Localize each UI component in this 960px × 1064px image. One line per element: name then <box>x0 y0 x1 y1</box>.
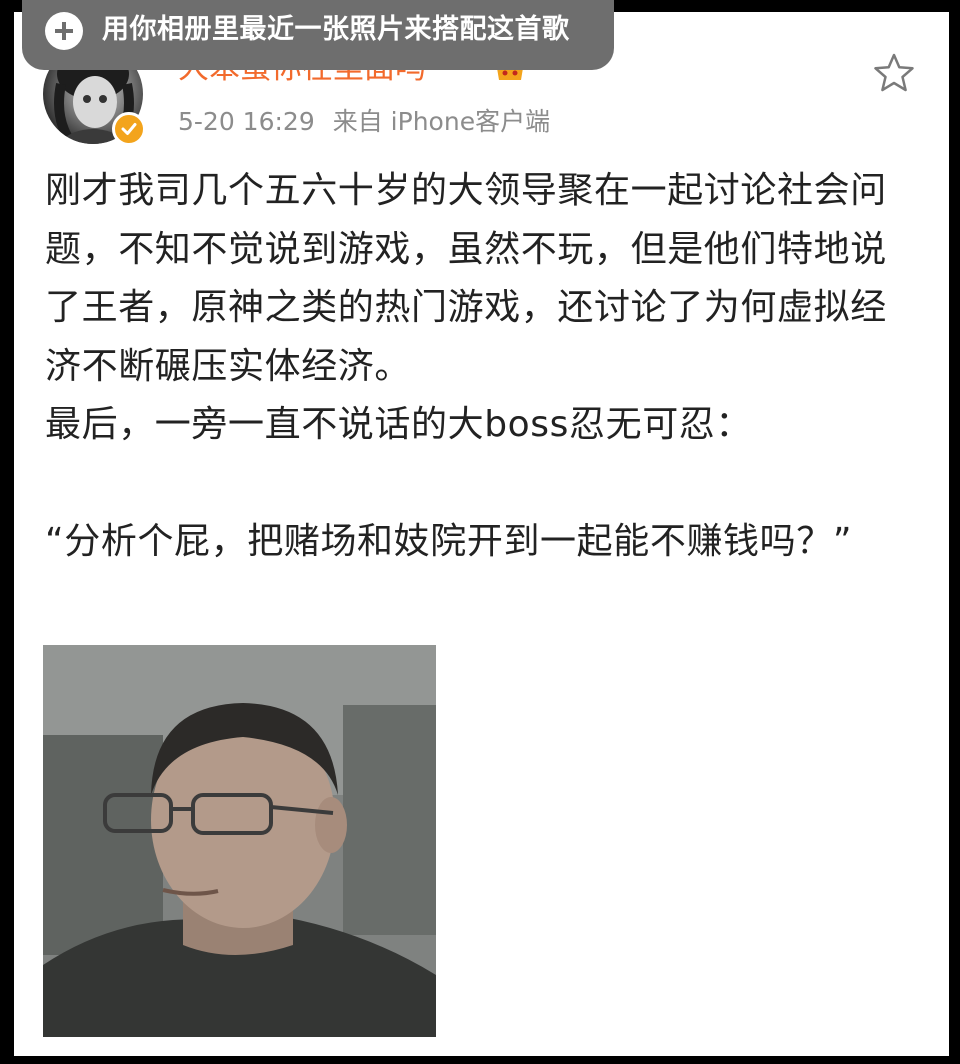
screen-frame: 用你相册里最近一张照片来搭配这首歌 大笨蛋你在里面吗 5-20 16:29来自 … <box>0 0 960 1064</box>
attached-photo[interactable] <box>43 645 436 1037</box>
plus-circle-icon <box>45 12 83 50</box>
post-paragraph: 刚才我司几个五六十岁的大领导聚在一起讨论社会问题，不知不觉说到游戏，虽然不玩，但… <box>45 170 887 387</box>
post-time: 5-20 16:29 <box>178 107 315 136</box>
favorite-star-icon[interactable] <box>873 52 915 94</box>
post-meta: 5-20 16:29 来自 iPhone客户端 <box>178 104 568 140</box>
toast-text: 用你相册里最近一张照片来搭配这首歌 <box>102 14 570 45</box>
verified-badge-icon <box>112 112 146 146</box>
post-source: 来自 iPhone客户端 <box>332 107 551 136</box>
post-paragraph: 最后，一旁一直不说话的大boss忍无可忍： <box>45 404 752 445</box>
music-photo-prompt-toast[interactable]: 用你相册里最近一张照片来搭配这首歌 <box>22 0 614 70</box>
post-quote: “分析个屁，把赌场和妓院开到一起能不赚钱吗？” <box>45 520 853 562</box>
post-body: 刚才我司几个五六十岁的大领导聚在一起讨论社会问题，不知不觉说到游戏，虽然不玩，但… <box>45 162 915 571</box>
